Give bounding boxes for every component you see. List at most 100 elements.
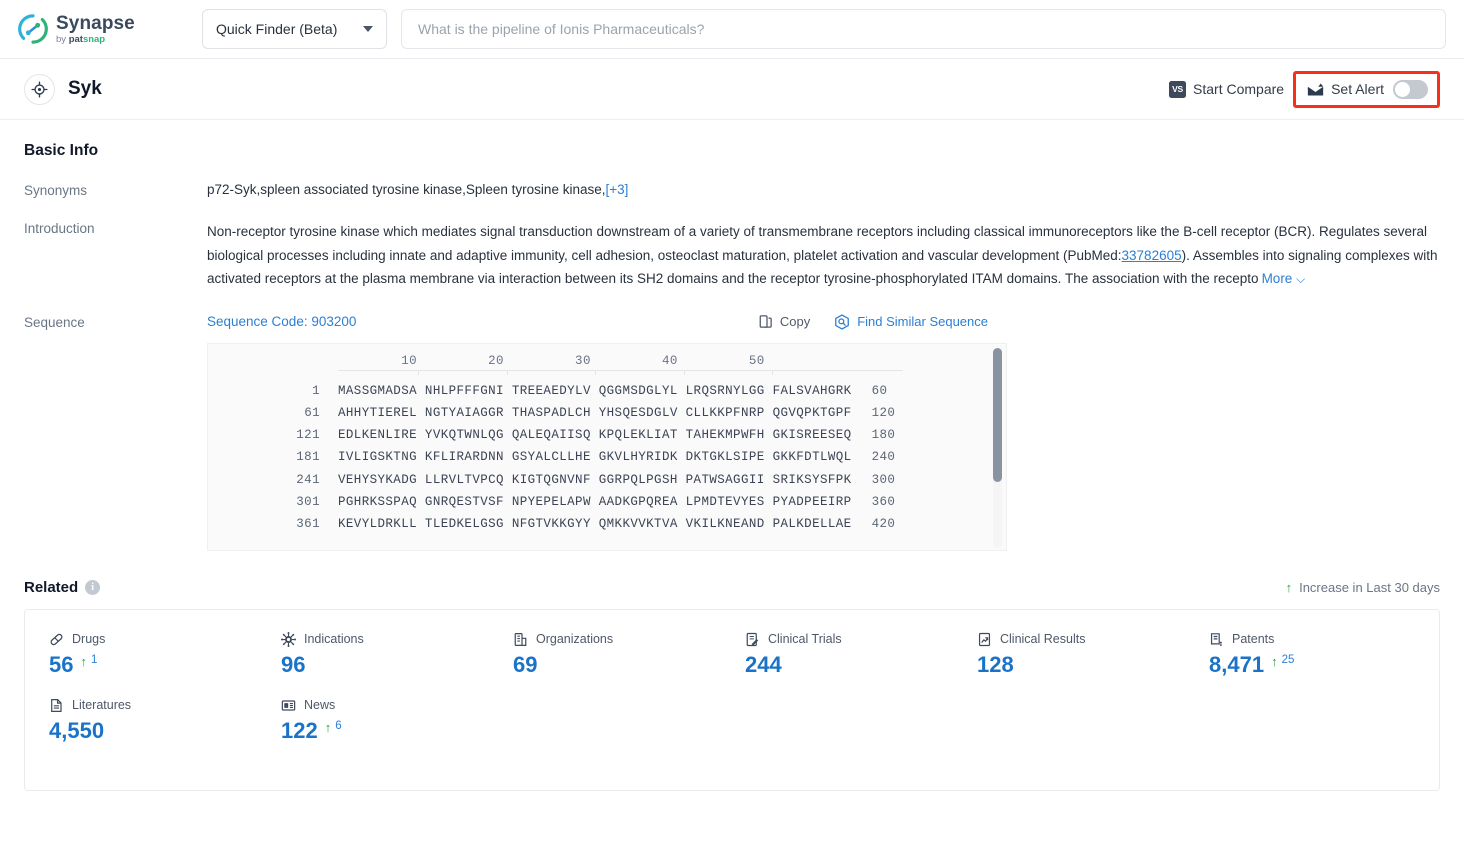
stat-number[interactable]: 122: [281, 719, 318, 742]
synonyms-more-link[interactable]: [+3]: [605, 182, 628, 197]
related-stat-indications[interactable]: Indications 96: [257, 631, 489, 676]
entity-bar: Syk VS Start Compare Set Alert: [0, 59, 1464, 120]
synapse-logo-icon: [18, 14, 48, 44]
related-stat-organizations[interactable]: Organizations 69: [489, 632, 721, 676]
search-box[interactable]: [401, 9, 1446, 49]
stat-number[interactable]: 128: [977, 653, 1014, 676]
related-stat-news[interactable]: News 122 ↑ 6: [257, 698, 489, 742]
sequence-end-index: 300: [871, 472, 896, 487]
virus-icon: [281, 631, 296, 647]
sequence-line: 61 AHHYTIEREL NGTYAIAGGR THASPADLCH YHSQE…: [208, 402, 1006, 424]
synonyms-value-wrap: p72-Syk,spleen associated tyrosine kinas…: [207, 182, 1440, 198]
sequence-body: Sequence Code: 903200 Copy Find Similar …: [207, 313, 1440, 551]
stat-label: Indications: [304, 632, 364, 646]
stat-delta-value: 6: [335, 719, 342, 732]
related-stat-clinical-results[interactable]: Clinical Results 128: [953, 632, 1185, 676]
stat-value-row: 96: [281, 653, 489, 676]
sequence-code-link[interactable]: Sequence Code: 903200: [207, 314, 356, 329]
quick-finder-label: Quick Finder (Beta): [216, 21, 338, 37]
brand-logo[interactable]: Synapse by patsnap: [18, 14, 166, 45]
sequence-residues: MASSGMADSA NHLPFFFGNI TREEAEDYLV QGGMSDG…: [338, 383, 852, 398]
related-stat-patents[interactable]: Patents 8,471 ↑ 25: [1185, 632, 1417, 676]
sequence-scrollbar-thumb[interactable]: [993, 347, 1002, 482]
stat-number[interactable]: 244: [745, 653, 782, 676]
sequence-panel: 10 20 30 40 50 1 MASSGMADSA NHLPFFFGNI TR…: [207, 342, 1007, 551]
stat-head: Patents: [1209, 632, 1417, 647]
stat-number[interactable]: 4,550: [49, 719, 104, 742]
sequence-start-index: 241: [296, 472, 320, 487]
related-stat-literatures[interactable]: Literatures 4,550: [25, 698, 257, 742]
introduction-more-button[interactable]: More ⌵: [1258, 271, 1306, 286]
sequence-ruler: 10 20 30 40 50: [338, 353, 765, 368]
sequence-scrollbar[interactable]: [993, 347, 1002, 548]
alert-envelope-icon: [1307, 82, 1324, 95]
sequence-start-index: 61: [304, 405, 320, 420]
start-compare-label: Start Compare: [1193, 81, 1285, 97]
stat-delta: ↑ 25: [1271, 654, 1294, 668]
sequence-end-index: 60: [871, 383, 888, 398]
introduction-text: Non-receptor tyrosine kinase which media…: [207, 220, 1440, 292]
set-alert-label: Set Alert: [1331, 81, 1384, 97]
stat-value-row: 8,471 ↑ 25: [1209, 653, 1417, 676]
building-icon: [513, 632, 528, 647]
sequence-start-index: 181: [296, 450, 320, 465]
arrow-up-icon: ↑: [324, 719, 332, 735]
introduction-row: Introduction Non-receptor tyrosine kinas…: [24, 220, 1440, 292]
chevron-down-icon: [363, 26, 373, 32]
copy-icon: [759, 315, 772, 328]
sequence-ruler-line: [338, 369, 903, 375]
related-legend-label: Increase in Last 30 days: [1299, 579, 1440, 595]
stat-value-row: 4,550: [49, 719, 257, 742]
ruler-tick: [506, 369, 508, 375]
sequence-label: Sequence: [24, 314, 85, 330]
sequence-residues: EDLKENLIRE YVKQTWNLQG QALEQAIISQ KPQLEKL…: [338, 428, 852, 443]
stat-label: Drugs: [72, 632, 106, 646]
synonyms-value: p72-Syk,spleen associated tyrosine kinas…: [207, 182, 606, 197]
find-similar-sequence-button[interactable]: Find Similar Sequence: [834, 313, 988, 330]
quick-finder-select[interactable]: Quick Finder (Beta): [202, 9, 387, 49]
stat-label: Organizations: [536, 632, 614, 646]
sequence-start-index: 1: [312, 383, 320, 398]
related-stat-clinical-trials[interactable]: Clinical Trials 244: [721, 632, 953, 676]
related-title: Related: [24, 578, 79, 596]
ruler-tick: [595, 369, 597, 375]
related-stat-drugs[interactable]: Drugs 56 ↑ 1: [25, 632, 257, 676]
top-bar: Synapse by patsnap Quick Finder (Beta): [0, 0, 1464, 59]
stat-number[interactable]: 8,471: [1209, 653, 1264, 676]
sequence-start-index: 301: [296, 494, 320, 509]
set-alert-toggle[interactable]: [1393, 79, 1428, 99]
arrow-up-icon: ↑: [1285, 579, 1293, 595]
sequence-residues: IVLIGSKTNG KFLIRARDNN GSYALCLLHE GKVLHYR…: [338, 450, 852, 465]
stat-head: Indications: [281, 631, 489, 647]
search-input[interactable]: [416, 20, 1431, 38]
stat-head: Clinical Results: [977, 632, 1185, 647]
stat-number[interactable]: 56: [49, 653, 73, 676]
stat-number[interactable]: 96: [281, 653, 305, 676]
related-stat-grid: Drugs 56 ↑ 1 Indications 96 Organizations 69 Cli…: [25, 631, 1439, 764]
clinical-trial-icon: [745, 632, 760, 647]
stat-value-row: 122 ↑ 6: [281, 719, 489, 742]
stat-delta-value: 25: [1281, 653, 1295, 666]
stat-number[interactable]: 69: [513, 653, 537, 676]
sequence-row: Sequence Sequence Code: 903200 Copy Find…: [24, 313, 1440, 551]
copy-label: Copy: [779, 314, 811, 329]
pubmed-link[interactable]: 33782605: [1122, 248, 1182, 263]
stat-head: Literatures: [49, 698, 257, 713]
synonyms-row: Synonyms p72-Syk,spleen associated tyros…: [24, 182, 1440, 198]
stat-label: Clinical Trials: [768, 632, 842, 646]
vs-icon: VS: [1169, 80, 1187, 98]
sequence-residues: PGHRKSSPAQ GNRQESTVSF NPYEPELAPW AADKGPQ…: [338, 494, 852, 509]
toggle-knob: [1395, 81, 1410, 97]
set-alert-button[interactable]: Set Alert: [1307, 81, 1384, 97]
brand-name: Synapse: [56, 12, 135, 34]
start-compare-button[interactable]: VS Start Compare: [1169, 80, 1285, 98]
literature-icon: [49, 698, 64, 713]
sequence-residues: VEHYSYKADG LLRVLTVPCQ KIGTQGNVNF GGRPQLP…: [338, 472, 852, 487]
stat-value-row: 56 ↑ 1: [49, 653, 257, 676]
copy-button[interactable]: Copy: [758, 314, 810, 329]
sequence-line: 301 PGHRKSSPAQ GNRQESTVSF NPYEPELAPW AADK…: [208, 491, 1006, 513]
stat-value-row: 69: [513, 653, 721, 676]
info-icon[interactable]: i: [85, 579, 101, 595]
stat-label: News: [304, 698, 336, 712]
sequence-residues: KEVYLDRKLL TLEDKELGSG NFGTVKKGYY QMKKVVK…: [338, 517, 852, 532]
